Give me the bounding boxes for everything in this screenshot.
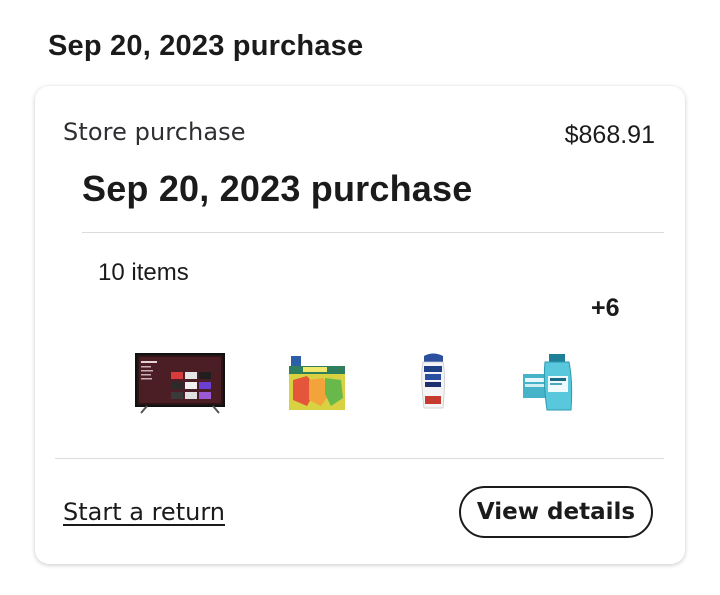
tv-product-icon[interactable] [133, 352, 227, 414]
item-count: 10 items [98, 259, 189, 286]
divider [55, 458, 664, 459]
order-total: $868.91 [564, 121, 655, 149]
purchase-card: Store purchase $868.91 Sep 20, 2023 purc… [35, 86, 685, 564]
start-return-link[interactable]: Start a return [63, 498, 225, 526]
page-title: Sep 20, 2023 purchase [48, 30, 364, 62]
store-purchase-label: Store purchase [63, 118, 246, 146]
purchase-date-title: Sep 20, 2023 purchase [82, 168, 473, 209]
purchase-page: Sep 20, 2023 purchase Store purchase $86… [0, 0, 720, 595]
view-details-button[interactable]: View details [459, 486, 653, 538]
more-items-count: +6 [591, 294, 620, 322]
snack-box-product-icon[interactable] [287, 354, 351, 412]
mouthwash-product-icon[interactable] [521, 352, 577, 412]
shampoo-bottle-product-icon[interactable] [419, 352, 447, 410]
divider [82, 232, 664, 233]
